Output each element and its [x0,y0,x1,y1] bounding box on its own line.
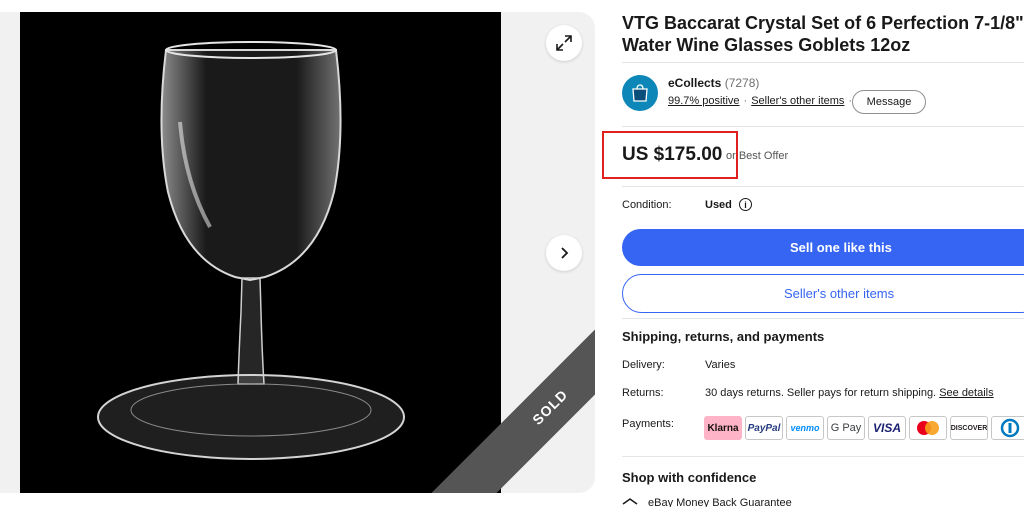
sold-label: SOLD [529,386,571,428]
shipping-heading: Shipping, returns, and payments [622,329,825,344]
divider [622,126,1024,127]
sell-one-like-this-button[interactable]: Sell one like this [622,229,1024,266]
seller-name[interactable]: eCollects [668,76,721,90]
expand-button[interactable] [546,25,582,61]
divider [622,318,1024,319]
expand-icon [556,35,572,51]
seller-positive-link[interactable]: 99.7% positive [668,95,740,107]
price: US $175.00 [622,144,723,165]
discover-icon: DISCOVER [950,416,988,440]
money-back-guarantee: eBay Money Back Guarantee [622,497,792,507]
returns-value: 30 days returns. Seller pays for return … [705,387,940,399]
next-image-button[interactable] [546,235,582,271]
venmo-icon: venmo [786,416,824,440]
best-offer-label: or Best Offer [726,150,789,162]
seller-other-items-link[interactable]: Seller's other items [751,95,844,107]
confidence-heading: Shop with confidence [622,470,757,485]
product-photo[interactable] [20,12,501,493]
visa-icon: VISA [868,416,906,440]
listing-panel: VTG Baccarat Crystal Set of 6 Perfection… [602,0,1024,507]
returns-value-row: 30 days returns. Seller pays for return … [705,387,994,399]
separator-dot: · [743,95,748,107]
seller-name-row: eCollects (7278) [668,76,759,90]
paypal-icon: PayPal [745,416,783,440]
divider [622,62,1024,63]
diners-icon [991,416,1024,440]
see-details-link[interactable]: See details [939,387,993,399]
delivery-label: Delivery: [622,359,665,371]
returns-label: Returns: [622,387,664,399]
chevron-right-icon [561,247,569,259]
seller-links: 99.7% positive · Seller's other items · [668,95,852,107]
wine-glass-image [97,41,405,460]
mastercard-circles [917,421,939,435]
condition-value: Used [705,199,732,211]
shield-icon [622,498,638,505]
mastercard-icon [909,416,947,440]
diners-club-circle [1000,418,1020,438]
sellers-other-items-button[interactable]: Seller's other items [622,274,1024,313]
listing-title: VTG Baccarat Crystal Set of 6 Perfection… [622,13,1024,55]
klarna-icon: Klarna [704,416,742,440]
divider [622,456,1024,457]
delivery-value: Varies [705,359,736,371]
shopping-bag-icon [632,84,648,102]
divider [622,186,1024,187]
google-pay-icon: G Pay [827,416,865,440]
payment-icons: Klarna PayPal venmo G Pay VISA DISCOVER [704,416,1024,440]
image-gallery: SOLD [0,12,595,493]
guarantee-label: eBay Money Back Guarantee [648,497,792,507]
info-icon[interactable]: i [739,198,752,211]
seller-logo[interactable] [622,75,658,111]
condition-label: Condition: [622,199,672,211]
message-button[interactable]: Message [852,90,926,114]
seller-feedback-count: (7278) [724,76,760,90]
payments-label: Payments: [622,418,674,430]
